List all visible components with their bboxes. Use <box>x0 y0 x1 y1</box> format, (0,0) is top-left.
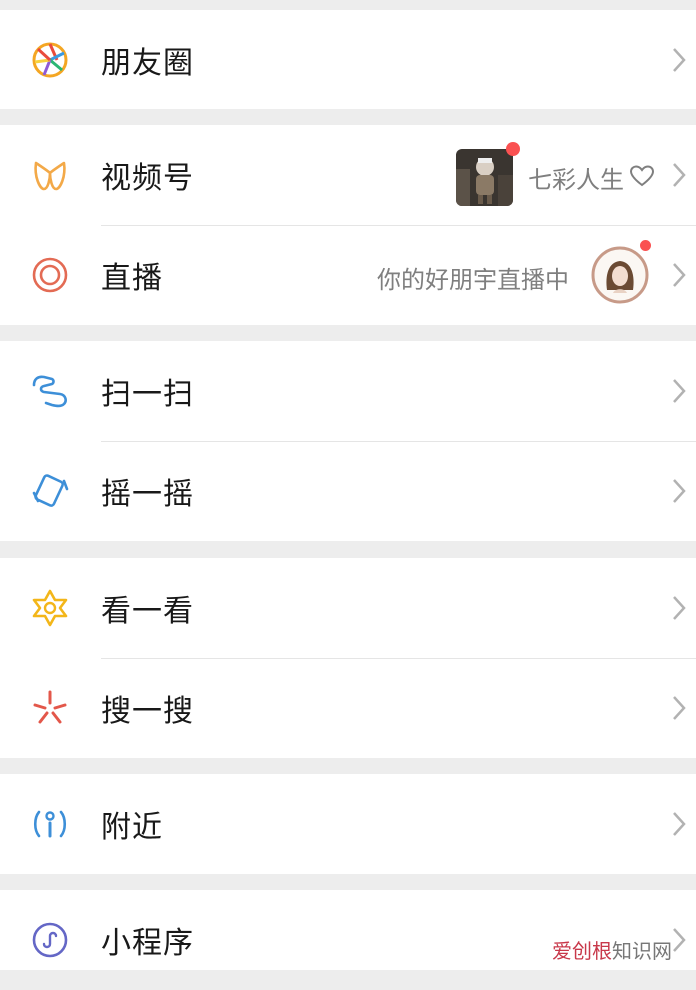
chevron-right-icon <box>672 478 686 504</box>
search-icon <box>30 688 70 728</box>
menu-item-moments[interactable]: 朋友圈 <box>0 10 696 109</box>
group-scan: 扫一扫 摇一摇 <box>0 341 696 541</box>
shake-label: 摇一摇 <box>101 477 194 512</box>
chevron-right-icon <box>672 695 686 721</box>
moments-icon <box>30 40 70 80</box>
chevron-right-icon <box>672 811 686 837</box>
group-nearby: 附近 <box>0 774 696 874</box>
top-stories-icon <box>30 588 70 628</box>
live-host-avatar <box>591 246 649 308</box>
shake-icon <box>30 471 70 511</box>
live-icon <box>30 255 70 295</box>
live-label: 直播 <box>101 261 163 296</box>
heart-icon <box>629 164 655 192</box>
chevron-right-icon <box>672 378 686 404</box>
menu-item-search[interactable]: 搜一搜 <box>0 658 696 758</box>
group-moments: 朋友圈 <box>0 10 696 109</box>
chevron-right-icon <box>672 47 686 73</box>
scan-icon <box>30 371 70 411</box>
search-label: 搜一搜 <box>101 694 194 729</box>
nearby-icon <box>30 804 70 844</box>
live-red-dot <box>638 238 653 253</box>
nearby-label: 附近 <box>101 810 163 845</box>
watermark-part-1: 爱创根 <box>552 939 612 963</box>
chevron-right-icon <box>672 595 686 621</box>
top-stories-label: 看一看 <box>101 594 194 629</box>
chevron-right-icon <box>672 927 686 953</box>
scan-label: 扫一扫 <box>101 377 194 412</box>
channels-red-dot <box>506 142 520 156</box>
mini-programs-label: 小程序 <box>101 926 194 961</box>
menu-item-channels[interactable]: 视频号 七彩人生 <box>0 125 696 225</box>
channels-icon <box>30 155 70 195</box>
group-discover: 看一看 搜一搜 <box>0 558 696 758</box>
menu-item-top-stories[interactable]: 看一看 <box>0 558 696 658</box>
moments-label: 朋友圈 <box>101 45 194 81</box>
site-watermark: 爱创根知识网 <box>552 935 672 964</box>
channels-note: 七彩人生 <box>528 166 624 194</box>
menu-item-nearby[interactable]: 附近 <box>0 774 696 874</box>
channel-thumbnail <box>456 149 513 206</box>
watermark-part-2: 知识网 <box>612 939 672 963</box>
menu-item-scan[interactable]: 扫一扫 <box>0 341 696 441</box>
menu-item-shake[interactable]: 摇一摇 <box>0 441 696 541</box>
mini-programs-icon <box>30 920 70 960</box>
channels-label: 视频号 <box>101 161 194 196</box>
chevron-right-icon <box>672 262 686 288</box>
chevron-right-icon <box>672 162 686 188</box>
live-note: 你的好朋宇直播中 <box>377 266 569 294</box>
